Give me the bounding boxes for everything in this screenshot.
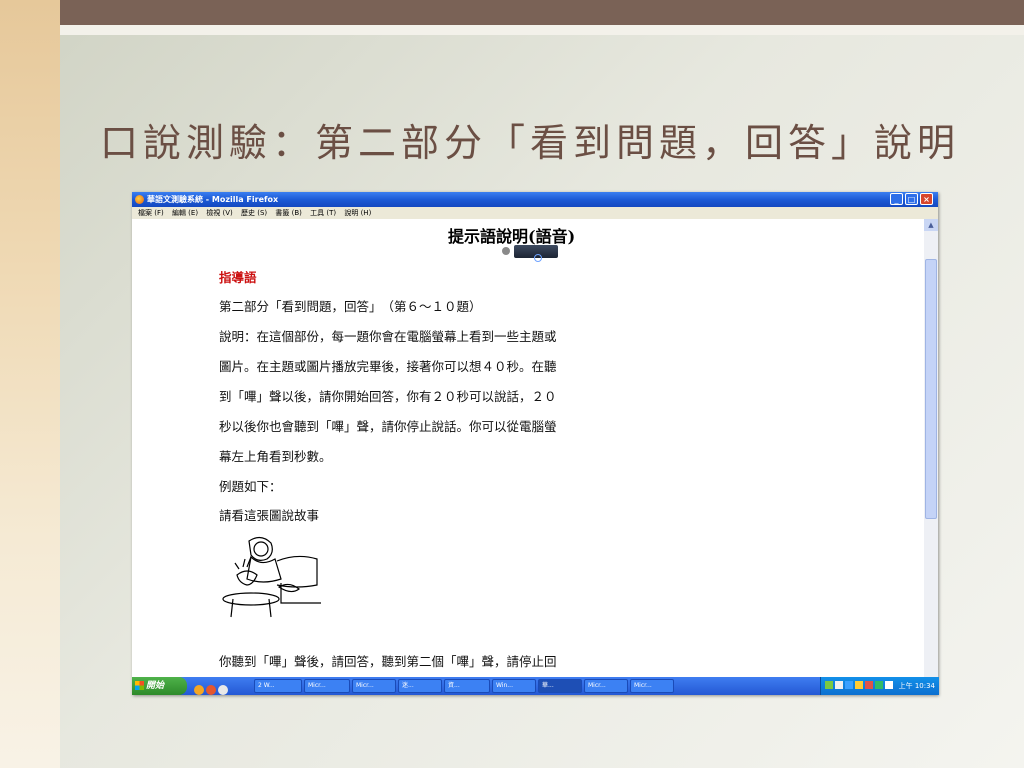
clock: 上午 10:34 — [898, 682, 935, 690]
close-icon: × — [923, 195, 930, 204]
tray-icon[interactable] — [865, 681, 873, 689]
instruction-line: 到「嗶」聲以後，請你開始回答，你有２０秒可以說話，２０ — [219, 389, 557, 404]
minimize-icon: _ — [894, 195, 899, 204]
close-button[interactable]: × — [920, 193, 933, 205]
task-button[interactable]: 迷... — [398, 679, 442, 693]
tray-icon[interactable] — [885, 681, 893, 689]
quick-launch — [194, 680, 244, 695]
tray-icon[interactable] — [845, 681, 853, 689]
page-content: 提示語說明(語音) 指導語 第二部分「看到問題，回答」 （第６～１０題） 說明：… — [132, 219, 924, 677]
instruction-line: 秒以後你也會聽到「嗶」聲，請你停止說話。你可以從電腦螢 — [219, 419, 557, 434]
windows-taskbar: 開始 2 W... Micr... Micr... 迷... 資... Win.… — [132, 677, 939, 695]
menu-item-help[interactable]: 說明 (H) — [344, 207, 371, 219]
firefox-icon — [135, 195, 144, 204]
tray-icon[interactable] — [855, 681, 863, 689]
instruction-line: 第二部分「看到問題，回答」 （第６～１０題） — [219, 299, 482, 314]
page-heading: 提示語說明(語音) — [448, 227, 576, 246]
start-label: 開始 — [146, 681, 165, 691]
browser-icon[interactable] — [194, 685, 204, 695]
instruction-line: 圖片。在主題或圖片播放完畢後，接著你可以想４０秒。在聽 — [219, 359, 557, 374]
menu-item-bookmarks[interactable]: 書籤 (B) — [275, 207, 302, 219]
slide-top-line — [60, 25, 1024, 35]
menu-item-edit[interactable]: 編輯 (E) — [172, 207, 198, 219]
instruction-line-bottom: 你聽到「嗶」聲後，請回答，聽到第二個「嗶」聲，請停止回 — [219, 654, 557, 669]
instruction-line: 幕左上角看到秒數。 — [219, 449, 332, 464]
task-button[interactable]: Micr... — [630, 679, 674, 693]
scroll-up-icon[interactable]: ▲ — [924, 219, 938, 231]
task-button-active[interactable]: 華... — [538, 679, 582, 693]
task-button[interactable]: Micr... — [584, 679, 628, 693]
task-button[interactable]: Micr... — [352, 679, 396, 693]
slide-title: 口說測驗：第二部分「看到問題，回答」說明 — [100, 121, 961, 165]
task-button[interactable]: Win... — [492, 679, 536, 693]
example-illustration — [222, 536, 321, 618]
maximize-icon: □ — [907, 195, 916, 204]
window-titlebar[interactable]: 華語文測驗系統 - Mozilla Firefox _ □ × — [132, 192, 938, 207]
firefox-icon[interactable] — [206, 685, 216, 695]
instruction-line: 說明：在這個部份，每一題你會在電腦螢幕上看到一些主題或 — [219, 329, 557, 344]
menu-item-history[interactable]: 歷史 (S) — [241, 207, 267, 219]
task-button[interactable]: 資... — [444, 679, 490, 693]
menu-item-file[interactable]: 檔案 (F) — [138, 207, 164, 219]
slide-top-bar — [0, 0, 1024, 25]
tray-icon[interactable] — [825, 681, 833, 689]
start-button[interactable]: 開始 — [132, 677, 187, 695]
tray-icon[interactable] — [835, 681, 843, 689]
audio-player[interactable] — [514, 245, 558, 262]
task-button[interactable]: 2 W... — [254, 679, 302, 693]
menu-item-view[interactable]: 檢視 (V) — [206, 207, 232, 219]
windows-logo-icon — [135, 681, 144, 690]
speaker-icon — [502, 247, 510, 255]
instruction-line: 例題如下： — [219, 479, 282, 494]
minimize-button[interactable]: _ — [890, 193, 903, 205]
vertical-scrollbar[interactable]: ▲ — [924, 219, 938, 677]
media-icon[interactable] — [218, 685, 228, 695]
task-button[interactable]: Micr... — [304, 679, 350, 693]
slide-left-strip — [0, 0, 60, 768]
window-title: 華語文測驗系統 - Mozilla Firefox — [147, 195, 279, 204]
maximize-button[interactable]: □ — [905, 193, 918, 205]
tray-icon[interactable] — [875, 681, 883, 689]
firefox-window: 華語文測驗系統 - Mozilla Firefox _ □ × 檔案 (F) 編… — [132, 192, 939, 695]
instruction-line: 請看這張圖說故事 — [219, 508, 320, 523]
scroll-thumb[interactable] — [925, 259, 937, 519]
system-tray: 上午 10:34 — [820, 677, 939, 695]
menu-bar: 檔案 (F) 編輯 (E) 檢視 (V) 歷史 (S) 書籤 (B) 工具 (T… — [132, 207, 938, 219]
menu-item-tools[interactable]: 工具 (T) — [310, 207, 336, 219]
guide-label: 指導語 — [219, 270, 257, 285]
